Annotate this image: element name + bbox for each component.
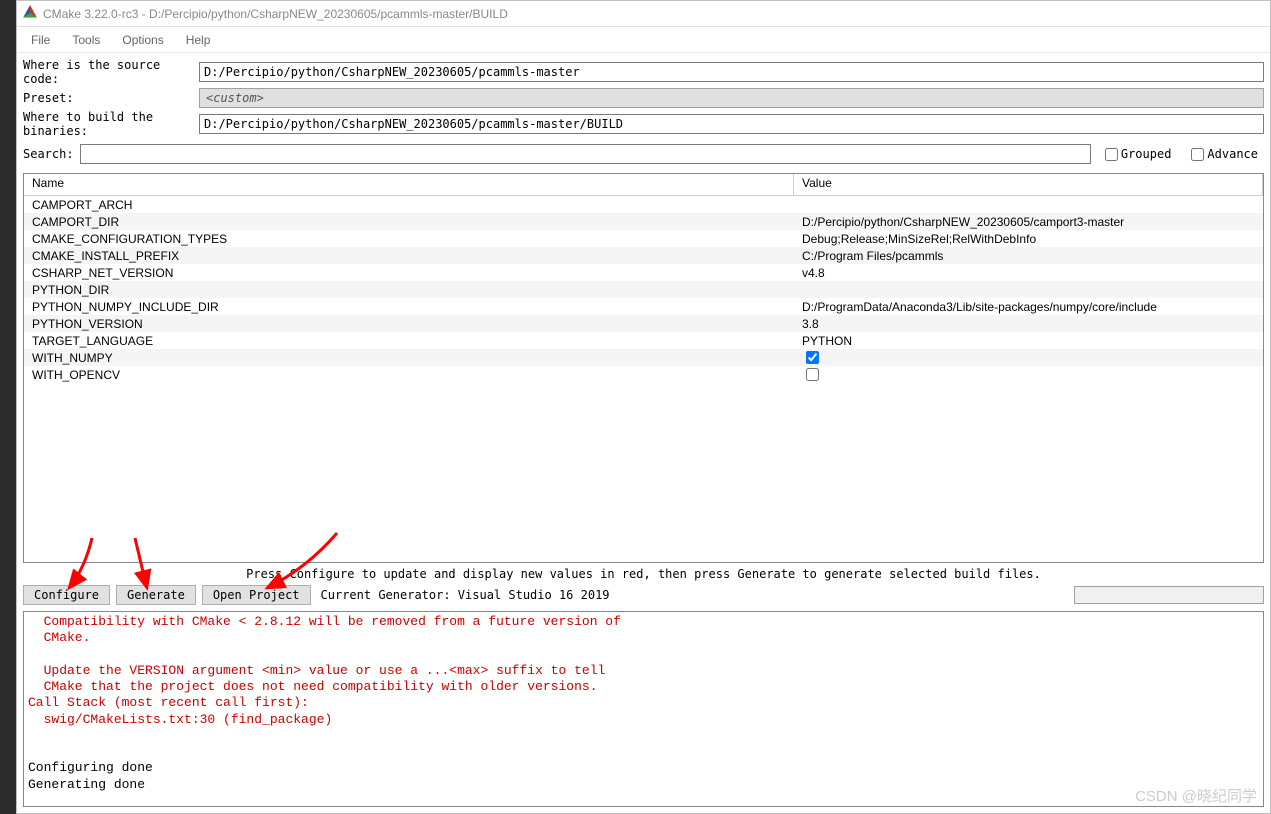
build-label: Where to build the binaries: [23, 110, 199, 138]
table-row[interactable]: TARGET_LANGUAGEPYTHON [24, 332, 1263, 349]
hint-text: Press Configure to update and display ne… [17, 565, 1270, 583]
table-row[interactable]: CMAKE_INSTALL_PREFIXC:/Program Files/pca… [24, 247, 1263, 264]
var-name: TARGET_LANGUAGE [24, 334, 794, 348]
var-name: CMAKE_INSTALL_PREFIX [24, 249, 794, 263]
var-name: CMAKE_CONFIGURATION_TYPES [24, 232, 794, 246]
table-row[interactable]: CAMPORT_ARCH [24, 196, 1263, 213]
var-value[interactable]: 3.8 [794, 317, 1263, 331]
preset-value: <custom> [206, 91, 264, 105]
table-row[interactable]: CMAKE_CONFIGURATION_TYPESDebug;Release;M… [24, 230, 1263, 247]
build-input[interactable] [199, 114, 1264, 134]
var-value[interactable]: v4.8 [794, 266, 1263, 280]
grouped-checkbox[interactable] [1105, 148, 1118, 161]
path-section: Where is the source code: Preset: <custo… [17, 53, 1270, 139]
var-value[interactable]: Debug;Release;MinSizeRel;RelWithDebInfo [794, 232, 1263, 246]
external-sidebar [0, 0, 16, 814]
button-row: Configure Generate Open Project Current … [17, 583, 1270, 607]
progress-bar [1074, 586, 1264, 604]
titlebar: CMake 3.22.0-rc3 - D:/Percipio/python/Cs… [17, 1, 1270, 27]
preset-label: Preset: [23, 91, 199, 105]
output-log[interactable]: Compatibility with CMake < 2.8.12 will b… [23, 611, 1264, 807]
var-value[interactable]: C:/Program Files/pcammls [794, 249, 1263, 263]
var-value[interactable]: D:/ProgramData/Anaconda3/Lib/site-packag… [794, 300, 1263, 314]
menu-file[interactable]: File [21, 31, 60, 49]
var-checkbox[interactable] [806, 368, 819, 381]
var-name: CAMPORT_DIR [24, 215, 794, 229]
table-row[interactable]: WITH_NUMPY [24, 349, 1263, 366]
table-row[interactable]: CSHARP_NET_VERSIONv4.8 [24, 264, 1263, 281]
open-project-button[interactable]: Open Project [202, 585, 311, 605]
col-value-header[interactable]: Value [794, 174, 1263, 195]
advanced-checkbox[interactable] [1191, 148, 1204, 161]
var-name: WITH_NUMPY [24, 351, 794, 365]
generate-button[interactable]: Generate [116, 585, 196, 605]
window-title: CMake 3.22.0-rc3 - D:/Percipio/python/Cs… [43, 7, 508, 21]
search-input[interactable] [80, 144, 1091, 164]
source-input[interactable] [199, 62, 1264, 82]
preset-dropdown[interactable]: <custom> [199, 88, 1264, 108]
table-row[interactable]: WITH_OPENCV [24, 366, 1263, 383]
current-generator-label: Current Generator: Visual Studio 16 2019 [321, 588, 610, 602]
var-name: CAMPORT_ARCH [24, 198, 794, 212]
var-name: PYTHON_NUMPY_INCLUDE_DIR [24, 300, 794, 314]
var-name: CSHARP_NET_VERSION [24, 266, 794, 280]
table-header: Name Value [24, 174, 1263, 196]
menubar: File Tools Options Help [17, 27, 1270, 53]
search-label: Search: [23, 147, 74, 161]
var-name: WITH_OPENCV [24, 368, 794, 382]
search-row: Search: Grouped Advance [17, 139, 1270, 169]
col-name-header[interactable]: Name [24, 174, 794, 195]
advanced-checkbox-label[interactable]: Advance [1187, 145, 1258, 164]
menu-help[interactable]: Help [176, 31, 221, 49]
variables-table[interactable]: Name Value CAMPORT_ARCHCAMPORT_DIRD:/Per… [23, 173, 1264, 563]
var-value[interactable] [794, 365, 1263, 384]
grouped-checkbox-label[interactable]: Grouped [1101, 145, 1172, 164]
var-name: PYTHON_DIR [24, 283, 794, 297]
source-label: Where is the source code: [23, 58, 199, 86]
table-row[interactable]: PYTHON_NUMPY_INCLUDE_DIRD:/ProgramData/A… [24, 298, 1263, 315]
var-value[interactable]: PYTHON [794, 334, 1263, 348]
cmake-logo-icon [23, 5, 37, 22]
table-row[interactable]: CAMPORT_DIRD:/Percipio/python/CsharpNEW_… [24, 213, 1263, 230]
var-checkbox[interactable] [806, 351, 819, 364]
menu-tools[interactable]: Tools [62, 31, 110, 49]
configure-button[interactable]: Configure [23, 585, 110, 605]
table-row[interactable]: PYTHON_DIR [24, 281, 1263, 298]
var-name: PYTHON_VERSION [24, 317, 794, 331]
cmake-window: CMake 3.22.0-rc3 - D:/Percipio/python/Cs… [16, 0, 1271, 814]
table-row[interactable]: PYTHON_VERSION3.8 [24, 315, 1263, 332]
var-value[interactable]: D:/Percipio/python/CsharpNEW_20230605/ca… [794, 215, 1263, 229]
menu-options[interactable]: Options [112, 31, 173, 49]
